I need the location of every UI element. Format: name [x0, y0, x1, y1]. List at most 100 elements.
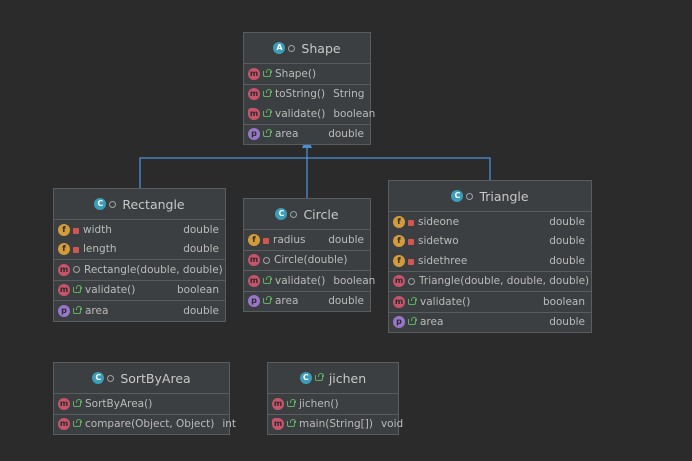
- private-icon: [73, 227, 79, 234]
- member-row[interactable]: f sideone double: [389, 212, 591, 232]
- fields-section: f radius double: [244, 230, 370, 251]
- method-icon: m: [248, 254, 260, 267]
- member-label: validate(): [85, 284, 136, 297]
- member-row[interactable]: m Rectangle(double, double): [54, 260, 225, 280]
- method-icon: m: [58, 284, 70, 297]
- package-visibility-icon: [107, 374, 115, 382]
- member-type: double: [549, 215, 585, 228]
- member-type: double: [183, 223, 219, 236]
- member-row[interactable]: m compare(Object, Object) int: [54, 415, 236, 435]
- field-icon: f: [393, 235, 405, 248]
- public-icon: [263, 89, 272, 98]
- member-row[interactable]: m jichen(): [268, 394, 398, 414]
- member-row[interactable]: m validate() boolean: [244, 104, 375, 124]
- private-icon: [263, 237, 269, 244]
- properties-section: p area double: [54, 301, 225, 321]
- member-label: area: [420, 316, 444, 329]
- member-row[interactable]: m Shape(): [244, 64, 370, 84]
- member-label: SortByArea(): [85, 397, 153, 410]
- member-row[interactable]: m validate() boolean: [389, 292, 591, 312]
- edge-rectangle-to-shape: [139, 157, 307, 188]
- member-label: jichen(): [299, 397, 339, 410]
- member-type: double: [183, 304, 219, 317]
- class-header: C SortByArea: [54, 363, 229, 394]
- class-name: Rectangle: [122, 196, 185, 212]
- fields-section: f sideone double f sidetwo double f side…: [389, 212, 591, 272]
- member-type: boolean: [333, 107, 376, 120]
- member-row[interactable]: f length double: [54, 240, 225, 260]
- member-label: length: [83, 243, 117, 256]
- member-row[interactable]: m validate() boolean: [54, 281, 225, 301]
- class-jichen[interactable]: C jichen m jichen() m main(String[]) voi…: [267, 362, 403, 435]
- method-icon: m: [248, 67, 260, 80]
- constructors-section: m jichen(): [268, 394, 398, 415]
- member-label: validate(): [420, 295, 471, 308]
- class-icon: C: [92, 372, 105, 384]
- member-type: boolean: [333, 274, 376, 287]
- member-row[interactable]: m Circle(double): [244, 251, 370, 271]
- constructors-section: m Circle(double): [244, 251, 370, 271]
- package-visibility-icon: [73, 266, 80, 274]
- member-label: validate(): [275, 107, 326, 120]
- member-row[interactable]: m main(String[]) void: [268, 415, 403, 435]
- class-header: C jichen: [268, 363, 398, 394]
- member-row[interactable]: m SortByArea(): [54, 394, 229, 414]
- class-circle[interactable]: C Circle f radius double m Circle(double…: [243, 198, 375, 312]
- class-sortbyarea[interactable]: C SortByArea m SortByArea() m compare(Ob…: [53, 362, 236, 435]
- member-label: area: [85, 304, 109, 317]
- member-label: Triangle(double, double, double): [419, 275, 590, 288]
- private-icon: [73, 247, 79, 254]
- class-icon: C: [94, 198, 107, 210]
- member-type: double: [549, 316, 585, 329]
- class-rectangle[interactable]: C Rectangle f width double f length doub…: [53, 188, 226, 322]
- private-icon: [408, 258, 414, 265]
- class-triangle[interactable]: C Triangle f sideone double f sidetwo do…: [388, 180, 592, 333]
- member-label: width: [83, 223, 112, 236]
- member-row[interactable]: m Triangle(double, double, double): [389, 272, 591, 292]
- member-label: radius: [273, 233, 306, 246]
- constructors-section: m Shape(): [244, 64, 370, 85]
- member-row[interactable]: f radius double: [244, 230, 370, 250]
- abstract-class-icon: A: [273, 42, 286, 54]
- constructors-section: m SortByArea(): [54, 394, 229, 415]
- edge-triangle-to-shape: [307, 157, 491, 180]
- method-icon: m: [248, 88, 260, 101]
- member-label: compare(Object, Object): [85, 418, 215, 431]
- member-type: double: [328, 128, 364, 141]
- member-type: double: [328, 233, 364, 246]
- member-row[interactable]: m toString() String: [244, 85, 370, 105]
- member-label: area: [275, 128, 299, 141]
- member-row[interactable]: m validate() boolean: [244, 271, 375, 291]
- class-header: C Circle: [244, 199, 370, 230]
- method-icon: m: [248, 274, 260, 287]
- public-icon: [263, 68, 272, 78]
- methods-section: m validate() boolean: [244, 271, 375, 292]
- member-type: void: [380, 418, 404, 431]
- member-row[interactable]: p area double: [389, 313, 591, 333]
- member-row[interactable]: f sidetwo double: [389, 232, 591, 252]
- public-icon: [73, 398, 82, 408]
- member-label: toString(): [275, 88, 326, 101]
- member-row[interactable]: p area double: [54, 301, 225, 321]
- member-label: sidethree: [418, 254, 468, 267]
- method-icon: m: [58, 263, 70, 276]
- class-shape[interactable]: A Shape m Shape() m toString() String m …: [243, 32, 375, 145]
- method-icon: m: [272, 397, 284, 410]
- member-label: validate(): [275, 274, 326, 287]
- member-type: double: [549, 235, 585, 248]
- public-icon: [408, 317, 417, 326]
- method-icon: m: [393, 295, 405, 308]
- field-icon: f: [393, 215, 405, 228]
- member-row[interactable]: p area double: [244, 292, 370, 312]
- member-row[interactable]: f width double: [54, 220, 225, 240]
- class-icon: C: [451, 190, 464, 202]
- class-name: Shape: [301, 40, 341, 56]
- member-type: boolean: [177, 284, 219, 297]
- member-row[interactable]: p area double: [244, 125, 370, 145]
- member-type: boolean: [543, 295, 585, 308]
- abstract-method-icon: m: [248, 107, 260, 120]
- public-icon: [73, 285, 82, 294]
- package-visibility-icon: [109, 200, 117, 208]
- member-row[interactable]: f sidethree double: [389, 251, 591, 271]
- member-type: double: [183, 243, 219, 256]
